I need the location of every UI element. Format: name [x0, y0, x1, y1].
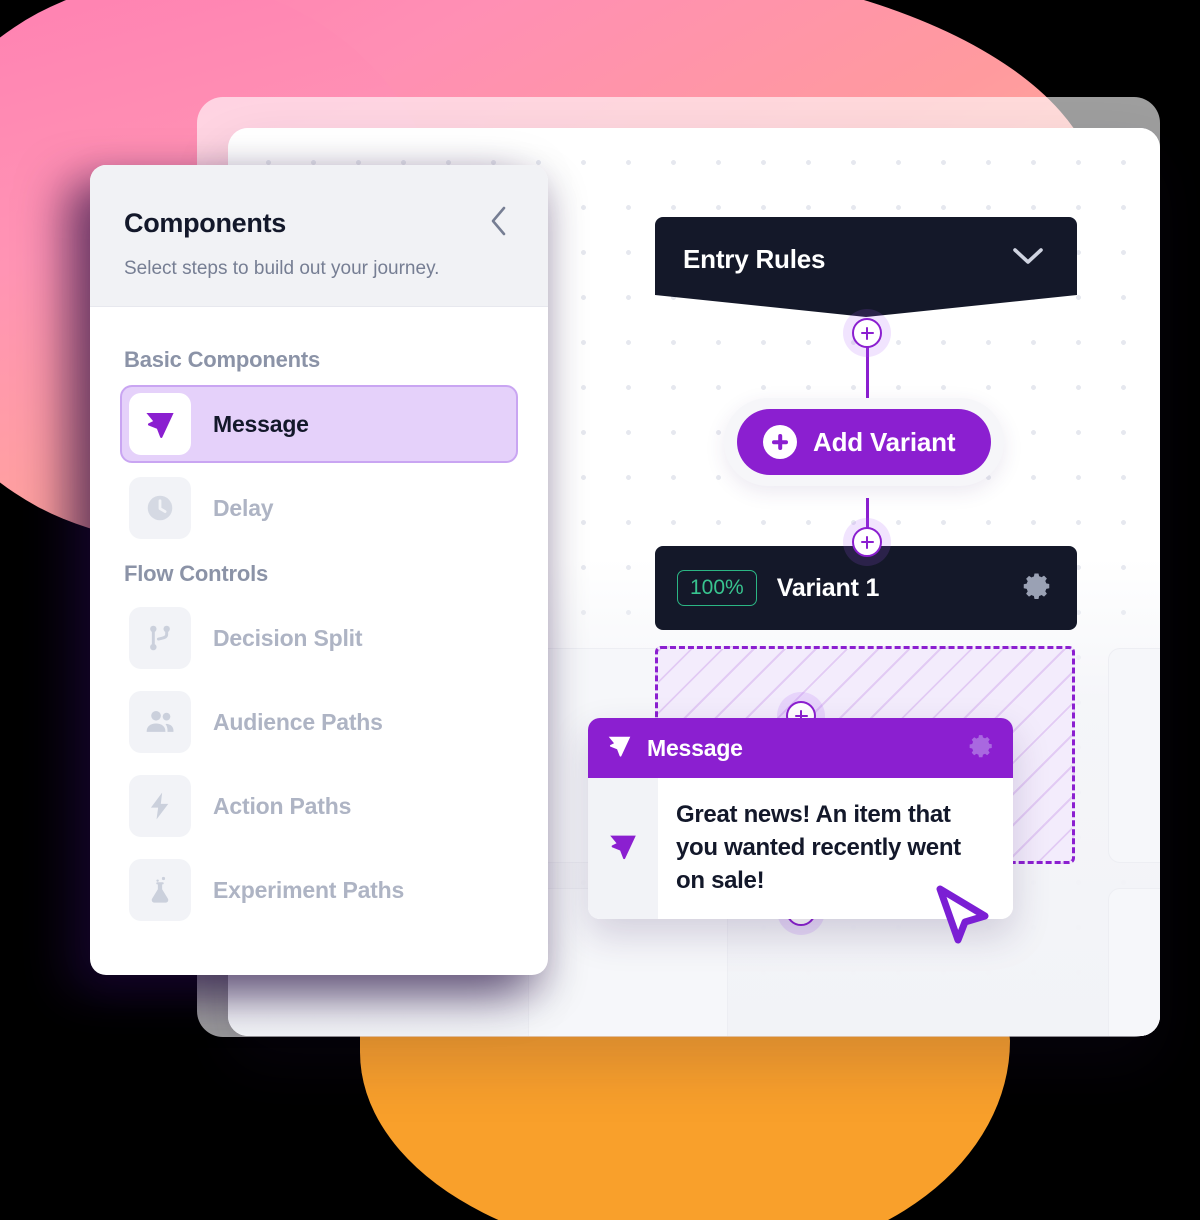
variant-name-label: Variant 1: [776, 573, 880, 602]
variant-percentage-badge: 100%: [677, 570, 757, 606]
sidebar-group-title-flow: Flow Controls: [124, 561, 269, 586]
send-icon: [607, 830, 639, 867]
sidebar-title: Components: [124, 208, 286, 238]
sidebar-item-label: Audience Paths: [213, 708, 383, 735]
message-body-icon-tile: [588, 778, 658, 920]
message-card-title: Message: [647, 734, 743, 761]
sidebar-item-label: Delay: [213, 494, 274, 521]
sidebar-header: Components Select steps to build out you…: [90, 165, 548, 307]
add-step-button[interactable]: [852, 318, 882, 348]
gear-icon[interactable]: [969, 733, 995, 764]
screenshot-root: Entry Rules Add Variant 100% Variant 1 M…: [0, 0, 1200, 1220]
sidebar-item-message[interactable]: Message: [120, 385, 518, 463]
add-variant-button-wrap: Add Variant: [724, 398, 1005, 486]
sidebar-item-action-paths[interactable]: Action Paths: [120, 767, 518, 845]
sidebar-subtitle: Select steps to build out your journey.: [124, 258, 440, 279]
sidebar-body: Basic Components Message Delay Flow Cont…: [90, 307, 548, 955]
sidebar-item-label: Decision Split: [213, 624, 363, 651]
gear-icon[interactable]: [1023, 571, 1053, 606]
ghost-placeholder: [1108, 648, 1160, 863]
message-card-header: Message: [588, 718, 1013, 778]
cursor-arrow-icon: [925, 878, 997, 957]
sidebar-group-title-basic: Basic Components: [124, 347, 321, 372]
sidebar-item-decision-split[interactable]: Decision Split: [120, 599, 518, 677]
components-sidebar: Components Select steps to build out you…: [90, 165, 548, 975]
chevron-down-icon[interactable]: [1013, 247, 1043, 271]
entry-rules-node[interactable]: Entry Rules: [655, 217, 1077, 317]
add-variant-label: Add Variant: [813, 426, 956, 457]
sidebar-item-audience-paths[interactable]: Audience Paths: [120, 683, 518, 761]
add-variant-button[interactable]: Add Variant: [737, 409, 992, 475]
git-branch-icon: [129, 607, 191, 669]
sidebar-item-delay[interactable]: Delay: [120, 469, 518, 547]
sidebar-item-label: Action Paths: [213, 792, 352, 819]
plus-circle-icon: [763, 425, 797, 459]
lightning-bolt-icon: [129, 775, 191, 837]
add-step-button[interactable]: [852, 527, 882, 557]
sidebar-item-label: Experiment Paths: [213, 876, 405, 903]
chevron-left-icon[interactable]: [484, 201, 514, 246]
flask-icon: [129, 859, 191, 921]
ghost-placeholder: [1108, 888, 1160, 1036]
send-icon: [129, 393, 191, 455]
people-icon: [129, 691, 191, 753]
send-icon: [606, 732, 633, 764]
variant-node[interactable]: 100% Variant 1: [655, 546, 1077, 630]
entry-rules-label: Entry Rules: [683, 243, 826, 274]
clock-icon: [129, 477, 191, 539]
sidebar-item-label: Message: [213, 410, 309, 437]
sidebar-item-experiment-paths[interactable]: Experiment Paths: [120, 851, 518, 929]
